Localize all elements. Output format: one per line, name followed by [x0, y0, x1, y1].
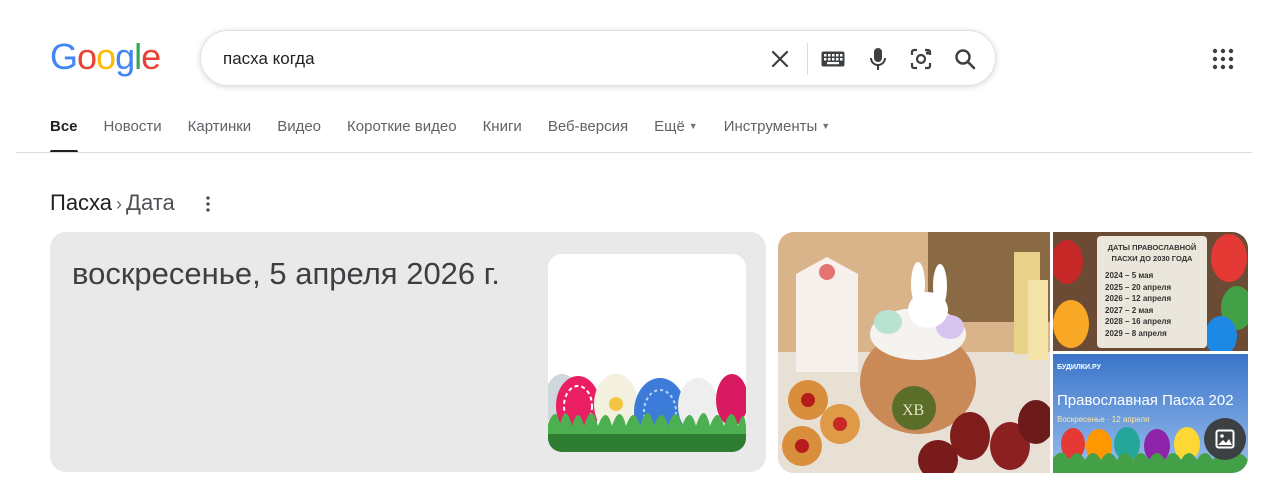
breadcrumb-parent[interactable]: Пасха	[50, 190, 112, 215]
chevron-down-icon: ▼	[821, 121, 831, 131]
tab-label: Веб-версия	[547, 118, 629, 135]
hv-label: ХВ	[902, 402, 924, 419]
breadcrumb-separator: ›	[116, 194, 123, 214]
tab-books[interactable]: Книги	[483, 118, 522, 152]
banner-title: Православная Пасха 202	[1057, 392, 1234, 409]
banner-site: БУДИЛКИ.РУ	[1057, 364, 1101, 371]
tab-short-videos[interactable]: Короткие видео	[347, 118, 457, 152]
logo-letter: e	[141, 36, 161, 77]
image-gallery-icon[interactable]	[1204, 418, 1246, 460]
tab-label: Новости	[103, 118, 162, 135]
tab-label: Картинки	[187, 118, 252, 135]
search-icon[interactable]	[951, 45, 979, 73]
dates-card: ДАТЫ ПРАВОСЛАВНОЙ ПАСХИ ДО 2030 ГОДА 202…	[1097, 236, 1207, 348]
tab-label: Видео	[277, 118, 322, 135]
date-item: 2026 – 12 апреля	[1105, 294, 1172, 303]
image-easter-dates[interactable]: ДАТЫ ПРАВОСЛАВНОЙ ПАСХИ ДО 2030 ГОДА 202…	[1053, 232, 1248, 351]
search-divider	[807, 43, 808, 75]
tab-label: Все	[50, 118, 78, 135]
chevron-down-icon: ▼	[688, 121, 698, 131]
answer-date: воскресенье, 5 апреля 2026 г.	[72, 256, 500, 291]
logo-letter: l	[134, 36, 142, 77]
breadcrumb: Пасха › Дата	[50, 190, 175, 216]
tab-all[interactable]: Все	[50, 118, 78, 153]
dates-list: 2024 – 5 мая 2025 – 20 апреля 2026 – 12 …	[1105, 270, 1207, 339]
banner-subtitle: Воскресенье · 12 апреля	[1057, 415, 1150, 424]
logo-letter: g	[115, 36, 135, 77]
logo-letter: o	[77, 36, 97, 77]
date-item: 2028 – 16 апреля	[1105, 317, 1172, 326]
search-input[interactable]: пасха когда	[223, 49, 315, 69]
tab-videos[interactable]: Видео	[277, 118, 321, 152]
google-logo[interactable]: Google	[50, 36, 161, 78]
logo-letter: o	[96, 36, 116, 77]
logo-letter: G	[50, 36, 78, 77]
tab-label: Ещё	[654, 118, 685, 135]
apps-grid-icon[interactable]	[1208, 44, 1238, 74]
tab-tools[interactable]: Инструменты ▼	[724, 118, 830, 152]
camera-lens-icon[interactable]	[907, 45, 935, 73]
breadcrumb-current: Дата	[126, 190, 175, 215]
date-item: 2027 – 2 мая	[1105, 305, 1154, 315]
tab-images[interactable]: Картинки	[188, 118, 252, 152]
close-icon[interactable]	[766, 45, 794, 73]
search-box[interactable]: пасха когда	[200, 30, 996, 86]
easter-eggs-thumbnail[interactable]	[548, 254, 746, 452]
tab-label: Книги	[482, 118, 522, 135]
tabs-divider	[16, 152, 1252, 153]
tab-more[interactable]: Ещё ▼	[654, 118, 698, 152]
answer-card: воскресенье, 5 апреля 2026 г.	[50, 232, 766, 472]
image-easter-table[interactable]: ХВ	[778, 232, 1050, 473]
keyboard-icon[interactable]	[819, 45, 847, 73]
tab-news[interactable]: Новости	[104, 118, 162, 152]
dates-title: ДАТЫ ПРАВОСЛАВНОЙ ПАСХИ ДО 2030 ГОДА	[1107, 243, 1197, 263]
date-item: 2024 – 5 мая	[1105, 271, 1154, 280]
microphone-icon[interactable]	[864, 45, 892, 73]
search-tabs: Все Новости Картинки Видео Короткие виде…	[50, 118, 856, 153]
tab-web[interactable]: Веб-версия	[548, 118, 628, 152]
more-vert-icon[interactable]	[198, 193, 218, 215]
tab-label: Короткие видео	[347, 118, 457, 135]
date-item: 2029 – 8 апреля	[1105, 328, 1167, 338]
tab-label: Инструменты	[723, 118, 818, 135]
date-item: 2025 – 20 апреля	[1105, 282, 1172, 292]
